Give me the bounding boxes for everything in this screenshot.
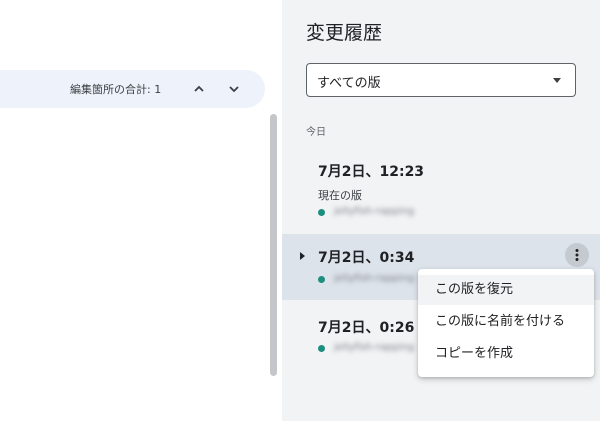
more-vert-icon bbox=[575, 249, 579, 261]
version-item-current[interactable]: 7月2日、12:23 現在の版 jellyfish-rapping bbox=[282, 146, 600, 230]
expand-triangle-icon[interactable] bbox=[300, 252, 305, 260]
version-filter-value: すべての版 bbox=[317, 76, 381, 91]
chevron-up-icon bbox=[194, 85, 204, 92]
version-current-label: 現在の版 bbox=[318, 189, 362, 202]
next-edit-button[interactable] bbox=[224, 79, 244, 99]
version-author: jellyfish-rapping bbox=[334, 273, 415, 284]
menu-item-restore-version[interactable]: この版を復元 bbox=[418, 275, 594, 305]
author-color-dot bbox=[318, 345, 325, 352]
menu-item-name-version[interactable]: この版に名前を付ける bbox=[418, 307, 594, 337]
section-label-today: 今日 bbox=[306, 127, 326, 138]
version-timestamp: 7月2日、0:34 bbox=[318, 250, 415, 266]
version-timestamp: 7月2日、0:26 bbox=[318, 320, 415, 336]
version-author: jellyfish-rapping bbox=[334, 206, 415, 217]
version-context-menu: この版を復元 この版に名前を付ける コピーを作成 bbox=[418, 269, 594, 377]
more-actions-button[interactable] bbox=[565, 243, 589, 267]
menu-item-make-copy[interactable]: コピーを作成 bbox=[418, 339, 594, 369]
author-color-dot bbox=[318, 276, 325, 283]
panel-title: 変更履歴 bbox=[306, 22, 383, 44]
previous-edit-button[interactable] bbox=[189, 79, 209, 99]
document-area: 編集箇所の合計: 1 bbox=[0, 0, 282, 421]
version-filter-select[interactable]: すべての版 bbox=[306, 63, 576, 97]
version-timestamp: 7月2日、12:23 bbox=[318, 164, 425, 180]
document-scrollbar-thumb[interactable] bbox=[270, 114, 277, 376]
author-color-dot bbox=[318, 209, 325, 216]
dropdown-arrow-icon bbox=[553, 78, 561, 83]
version-author: jellyfish-rapping bbox=[334, 342, 415, 353]
edit-navigation-bar: 編集箇所の合計: 1 bbox=[0, 70, 265, 108]
edit-count-label: 編集箇所の合計: 1 bbox=[70, 83, 162, 96]
chevron-down-icon bbox=[229, 86, 239, 93]
